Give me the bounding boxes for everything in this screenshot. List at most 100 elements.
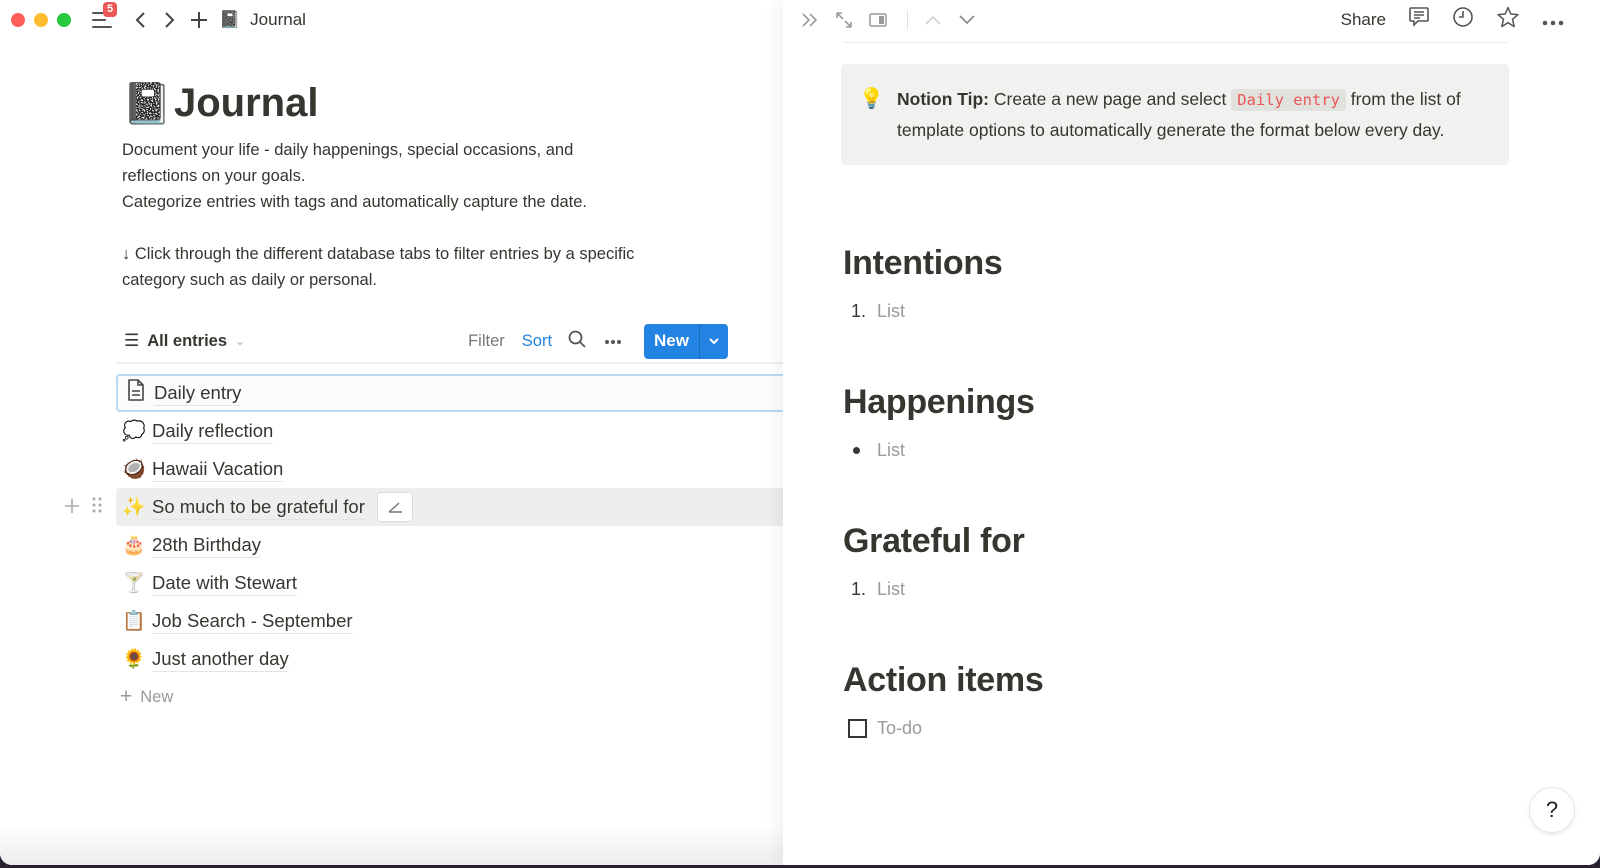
page-header: 📓 Journal Document your life - daily hap… [122,80,792,293]
new-entry-button[interactable]: New [644,324,699,359]
open-full-page-button[interactable] [835,11,853,29]
page-icon[interactable]: 📓 [122,80,174,127]
callout-text: Create a new page and select [989,89,1232,109]
more-options-button[interactable] [1542,9,1564,32]
list-placeholder: List [877,301,906,321]
sunflower-icon: 🌻 [122,649,146,670]
comment-icon [1409,7,1429,27]
star-icon [1497,6,1519,28]
page-description: Document your life - daily happenings, s… [122,137,642,293]
list-number: 1. [851,579,867,599]
search-button[interactable] [568,330,586,353]
help-button[interactable]: ? [1529,787,1575,833]
description-line: ↓ Click through the different database t… [122,245,635,289]
document-icon [128,379,144,401]
new-template-dropdown[interactable] [700,324,728,359]
pencil-icon [388,502,402,513]
comments-button[interactable] [1408,6,1430,34]
ellipsis-icon [1542,20,1564,25]
previous-page-button[interactable] [924,14,942,26]
light-bulb-icon: 💡 [859,88,884,110]
page-title[interactable]: Journal [174,81,318,126]
toolbar-separator [907,10,908,30]
zoom-window-button[interactable] [57,13,71,27]
entry-title[interactable]: Daily entry [154,381,242,406]
list-placeholder: List [877,440,906,460]
section-heading[interactable]: Grateful for [843,522,1443,561]
thought-bubble-icon: 💭 [122,421,146,442]
bullet-icon [843,447,877,454]
chevron-right-icon [165,12,175,28]
entries-list: Daily entry 💭 Daily reflection 🥥 Hawaii … [65,374,800,716]
back-button[interactable] [131,11,149,29]
updates-button[interactable] [1452,6,1474,34]
entry-title[interactable]: 28th Birthday [152,533,262,558]
list-item[interactable]: 🌻 Just another day [116,640,800,678]
sort-button[interactable]: Sort [522,332,552,351]
list-item[interactable]: 💭 Daily reflection [116,412,800,450]
breadcrumb[interactable]: 📓 Journal [219,10,306,30]
next-page-button[interactable] [958,14,976,26]
entry-title[interactable]: Job Search - September [152,609,353,634]
forward-button[interactable] [161,11,179,29]
chevron-down-icon [959,15,975,25]
sparkles-icon: ✨ [122,497,146,518]
share-button[interactable]: Share [1341,10,1386,30]
chevron-down-icon [709,338,719,345]
notification-badge: 5 [103,2,118,17]
favorite-button[interactable] [1496,6,1520,34]
entry-title[interactable]: Hawaii Vacation [152,457,284,482]
peek-header-divider [843,42,1508,43]
expand-icon [836,12,852,28]
section-heading[interactable]: Happenings [843,383,1443,422]
add-entry-button[interactable]: + New [116,678,800,716]
main-page-pane: 5 📓 Journal 📓 Journal Document your life… [0,0,800,865]
list-item[interactable]: 🥥 Hawaii Vacation [116,450,800,488]
plus-icon: + [120,685,133,708]
search-icon [568,330,586,348]
app-window: 5 📓 Journal 📓 Journal Document your life… [0,0,1600,865]
todo-checkbox[interactable] [843,719,877,738]
list-item[interactable]: Daily entry [116,374,800,412]
entry-title[interactable]: Date with Stewart [152,571,297,596]
title-bar: 5 📓 Journal [0,0,800,40]
close-window-button[interactable] [11,13,25,27]
view-selector[interactable]: ☰ All entries ⌄ [116,331,245,351]
clipboard-icon: 📋 [122,611,146,632]
rename-button[interactable] [376,492,413,522]
window-controls [11,13,71,27]
add-block-button[interactable] [64,494,80,520]
list-item[interactable]: 🍸 Date with Stewart [116,564,800,602]
minimize-window-button[interactable] [34,13,48,27]
bulleted-list-item[interactable]: List [843,440,1443,461]
drag-handle[interactable] [92,497,102,517]
entry-title[interactable]: Just another day [152,647,289,672]
entry-title[interactable]: So much to be grateful for [152,495,365,520]
todo-item[interactable]: To-do [843,718,1443,739]
list-item[interactable]: 📋 Job Search - September [116,602,800,640]
list-item[interactable]: ✨ So much to be grateful for [65,488,800,526]
inline-code: Daily entry [1231,89,1346,111]
list-icon: ☰ [124,331,140,350]
entry-title[interactable]: Daily reflection [152,419,274,444]
section-heading[interactable]: Action items [843,661,1443,700]
description-line: Document your life - daily happenings, s… [122,141,574,185]
cocktail-icon: 🍸 [122,573,146,594]
numbered-list-item[interactable]: 1. List [843,301,1443,322]
more-options-button[interactable] [604,332,622,350]
description-line: Categorize entries with tags and automat… [122,193,588,211]
switch-peek-mode-button[interactable] [869,13,887,27]
list-placeholder: List [877,579,906,599]
tip-callout[interactable]: 💡 Notion Tip: Create a new page and sele… [841,64,1509,165]
new-tab-button[interactable] [189,11,209,29]
numbered-list-item[interactable]: 1. List [843,579,1443,600]
list-item[interactable]: 🎂 28th Birthday [116,526,800,564]
section-intentions: Intentions 1. List [843,244,1443,322]
filter-button[interactable]: Filter [468,332,505,351]
sidebar-toggle-button[interactable]: 5 [91,2,118,30]
chevron-up-icon [925,15,941,25]
section-grateful-for: Grateful for 1. List [843,522,1443,600]
drag-handle-icon [92,497,102,513]
close-peek-button[interactable] [801,12,819,28]
section-heading[interactable]: Intentions [843,244,1443,283]
